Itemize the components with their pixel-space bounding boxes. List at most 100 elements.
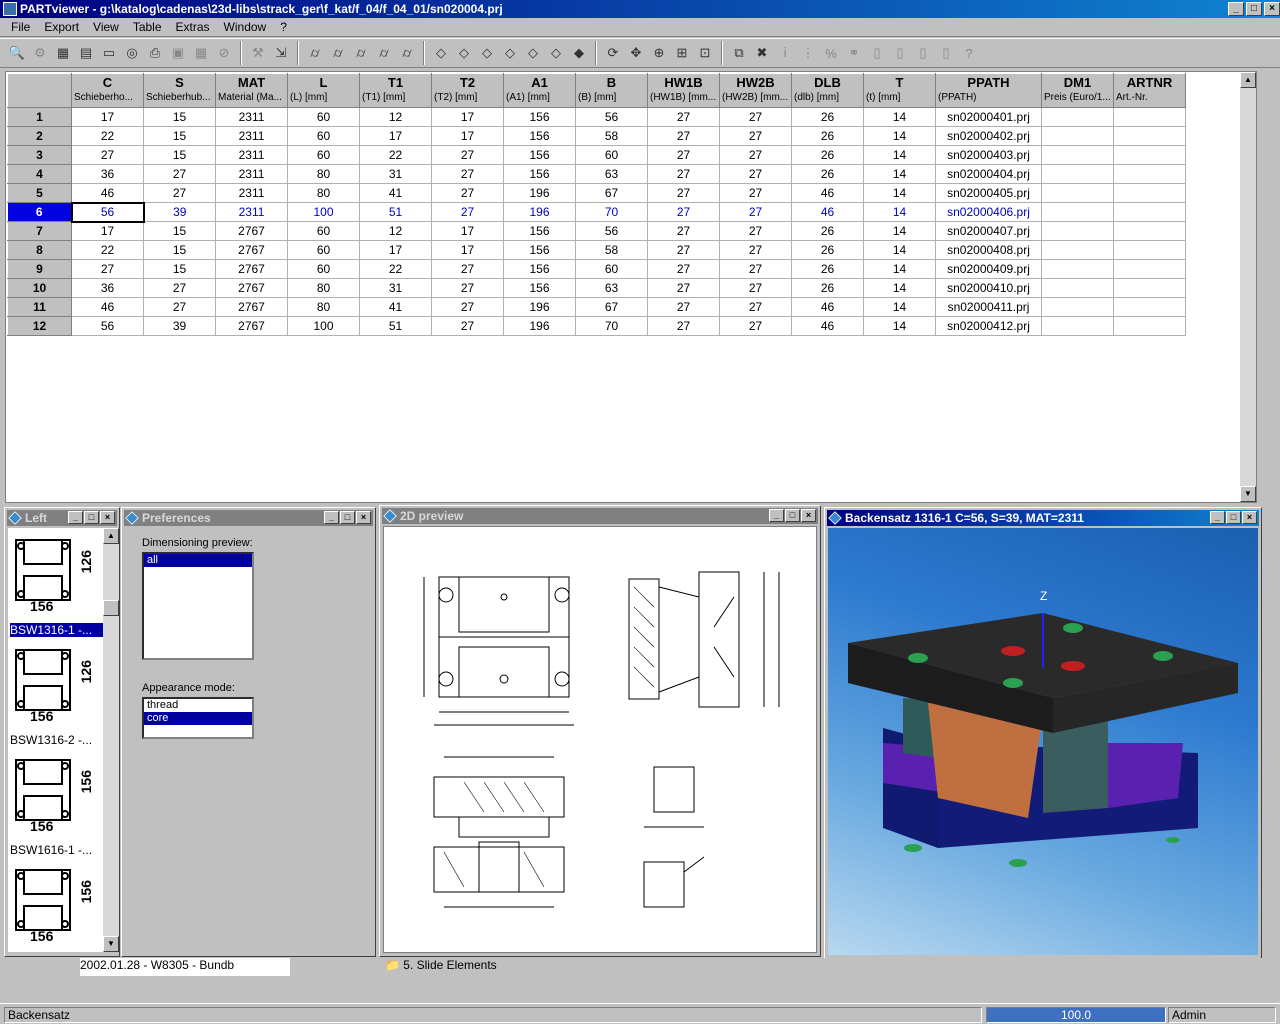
table-cell[interactable]: 26: [791, 240, 864, 260]
close-button[interactable]: ×: [1264, 2, 1280, 16]
table-row[interactable]: 7 17 15 2767 60 12 17 156 56 27 27 26 14 sn02000407.p…: [7, 221, 1186, 241]
table-cell[interactable]: 17: [431, 126, 504, 146]
table-cell[interactable]: 27: [719, 240, 792, 260]
table-cell[interactable]: 51: [359, 316, 432, 336]
row-number[interactable]: 1: [7, 107, 72, 127]
table-cell[interactable]: 27: [647, 145, 720, 165]
table-cell[interactable]: 27: [719, 183, 792, 203]
drawing-canvas[interactable]: [383, 526, 817, 953]
table-cell[interactable]: sn02000408.prj: [935, 240, 1042, 260]
table-cell[interactable]: 156: [503, 240, 576, 260]
table-cell[interactable]: 27: [143, 164, 216, 184]
table-cell[interactable]: 156: [503, 164, 576, 184]
cylinder-icon[interactable]: ⌭: [304, 42, 326, 64]
table-cell[interactable]: 2767: [215, 297, 288, 317]
table-cell[interactable]: 26: [791, 278, 864, 298]
pan-icon[interactable]: ✥: [625, 42, 647, 64]
table-cell[interactable]: 27: [431, 278, 504, 298]
tree-icon[interactable]: ⋮: [797, 42, 819, 64]
table-cell[interactable]: 27: [431, 145, 504, 165]
maximize-button[interactable]: □: [340, 511, 355, 524]
table-cell[interactable]: 46: [71, 183, 144, 203]
table-row[interactable]: 1 17 15 2311 60 12 17 156 56 27 27 26 14 sn02000401.p…: [7, 107, 1186, 127]
table-cell[interactable]: 12: [359, 221, 432, 241]
table-cell[interactable]: 27: [719, 202, 792, 222]
table-cell[interactable]: 67: [575, 297, 648, 317]
table-cell[interactable]: 2311: [215, 183, 288, 203]
table-cell[interactable]: 17: [71, 107, 144, 127]
table-cell[interactable]: 14: [863, 240, 936, 260]
target-icon[interactable]: ◎: [121, 42, 143, 64]
table-row[interactable]: 5 46 27 2311 80 41 27 196 67 27 27 46 14 sn02000405.p…: [7, 183, 1186, 203]
table-cell[interactable]: 17: [431, 107, 504, 127]
table-cell[interactable]: 15: [143, 126, 216, 146]
table-cell[interactable]: 27: [647, 107, 720, 127]
column-header-a1[interactable]: A1 (A1) [mm]: [503, 73, 576, 108]
table-cell[interactable]: 196: [503, 202, 576, 222]
table-cell[interactable]: [1113, 297, 1186, 317]
table-cell[interactable]: 41: [359, 297, 432, 317]
help-icon[interactable]: ?: [958, 42, 980, 64]
close-button[interactable]: ×: [1242, 511, 1257, 524]
table-cell[interactable]: 2311: [215, 164, 288, 184]
column-header-artnr[interactable]: ARTNR Art.-Nr.: [1113, 73, 1186, 108]
table-cell[interactable]: 2767: [215, 240, 288, 260]
table-cell[interactable]: [1041, 183, 1114, 203]
minimize-button[interactable]: _: [1210, 511, 1225, 524]
table-cell[interactable]: 27: [719, 107, 792, 127]
table-cell[interactable]: 156: [503, 259, 576, 279]
list-item[interactable]: core: [144, 712, 252, 725]
table-cell[interactable]: 27: [719, 164, 792, 184]
table-cell[interactable]: 27: [71, 259, 144, 279]
table-cell[interactable]: [1041, 259, 1114, 279]
table-cell[interactable]: 27: [431, 202, 504, 222]
table-cell[interactable]: 46: [791, 183, 864, 203]
table-cell[interactable]: 27: [431, 164, 504, 184]
table-row[interactable]: 9 27 15 2767 60 22 27 156 60 27 27 26 14 sn02000409.p…: [7, 259, 1186, 279]
menu-view[interactable]: View: [86, 18, 126, 36]
table-cell[interactable]: 26: [791, 221, 864, 241]
table-cell[interactable]: 15: [143, 221, 216, 241]
table-cell[interactable]: 17: [359, 126, 432, 146]
table-cell[interactable]: [1041, 278, 1114, 298]
table-cell[interactable]: 14: [863, 145, 936, 165]
table-cell[interactable]: 14: [863, 316, 936, 336]
table-cell[interactable]: 27: [719, 221, 792, 241]
percent-icon[interactable]: %: [820, 42, 842, 64]
table-cell[interactable]: 27: [647, 297, 720, 317]
cube-iso-icon[interactable]: ◇: [430, 42, 452, 64]
doc4-icon[interactable]: ▯: [935, 42, 957, 64]
tools-icon[interactable]: ⚒: [247, 42, 269, 64]
table-row[interactable]: 2 22 15 2311 60 17 17 156 58 27 27 26 14 sn02000402.p…: [7, 126, 1186, 146]
cube-bottom-icon[interactable]: ◇: [545, 42, 567, 64]
table-cell[interactable]: 27: [431, 297, 504, 317]
copy-icon[interactable]: ⧉: [728, 42, 750, 64]
table-cell[interactable]: 196: [503, 297, 576, 317]
table-cell[interactable]: 70: [575, 316, 648, 336]
table-cell[interactable]: 39: [143, 316, 216, 336]
zoom-window-icon[interactable]: ⊞: [671, 42, 693, 64]
table-cell[interactable]: 27: [647, 221, 720, 241]
maximize-button[interactable]: □: [1246, 2, 1262, 16]
table-cell[interactable]: 17: [431, 240, 504, 260]
column-header-s[interactable]: S Schieberhub...: [143, 73, 216, 108]
table-cell[interactable]: [1041, 126, 1114, 146]
minimize-button[interactable]: _: [324, 511, 339, 524]
close-button[interactable]: ×: [100, 511, 115, 524]
table-cell[interactable]: 31: [359, 278, 432, 298]
cube-side-icon[interactable]: ◇: [476, 42, 498, 64]
close-button[interactable]: ×: [356, 511, 371, 524]
table-cell[interactable]: 27: [719, 126, 792, 146]
table-cell[interactable]: 27: [647, 240, 720, 260]
table-cell[interactable]: 60: [287, 221, 360, 241]
row-number[interactable]: 9: [7, 259, 72, 279]
table-cell[interactable]: 2767: [215, 316, 288, 336]
table-cell[interactable]: 67: [575, 183, 648, 203]
table-cell[interactable]: 156: [503, 107, 576, 127]
table-cell[interactable]: 80: [287, 297, 360, 317]
scroll-up-icon[interactable]: ▲: [1240, 72, 1256, 88]
table-cell[interactable]: 2311: [215, 107, 288, 127]
table-view-icon[interactable]: ▦: [52, 42, 74, 64]
table-cell[interactable]: [1113, 145, 1186, 165]
table-cell[interactable]: sn02000406.prj: [935, 202, 1042, 222]
